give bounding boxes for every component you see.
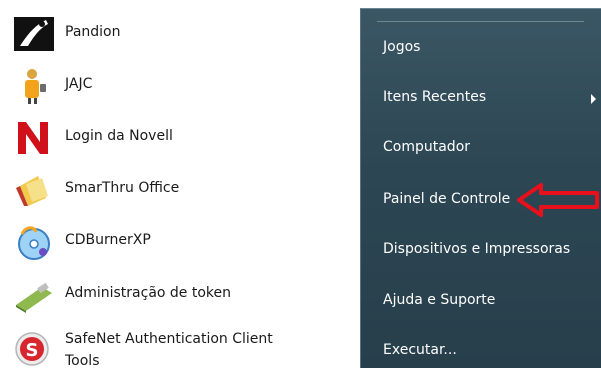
programs-list: Pandion JAJC Login da Novell SmarThru Of… (0, 0, 360, 369)
annotation-arrow-icon (517, 183, 599, 217)
safenet-icon: S (15, 332, 49, 366)
menu-separator (377, 21, 584, 22)
novell-icon (18, 122, 48, 154)
program-label: CDBurnerXP (65, 232, 151, 248)
menu-item-label: Painel de Controle (383, 191, 511, 207)
menu-item-label: Itens Recentes (383, 89, 487, 105)
program-smarthru[interactable]: SmarThru Office (8, 164, 348, 214)
program-token-admin[interactable]: Administração de token (8, 269, 348, 319)
menu-item-label: Ajuda e Suporte (383, 292, 496, 308)
menu-item-label: Dispositivos e Impressoras (383, 241, 571, 257)
program-safenet[interactable]: S SafeNet Authentication Client Tools (8, 321, 348, 369)
program-novell-login[interactable]: Login da Novell (8, 112, 348, 162)
program-label: Login da Novell (65, 128, 173, 144)
menu-item-computador[interactable]: Computador (361, 125, 601, 173)
token-icon (16, 282, 52, 313)
program-label: SmarThru Office (65, 180, 180, 196)
program-label: Pandion (65, 24, 121, 40)
program-label: SafeNet Authentication Client (65, 331, 273, 347)
menu-item-label: Jogos (383, 39, 421, 55)
program-pandion[interactable]: Pandion (8, 8, 348, 58)
menu-item-itens-recentes[interactable]: Itens Recentes (361, 75, 601, 123)
program-label: Administração de token (65, 285, 232, 301)
menu-item-jogos[interactable]: Jogos (361, 25, 601, 73)
menu-item-ajuda-e-suporte[interactable]: Ajuda e Suporte (361, 278, 601, 326)
jajc-icon (25, 69, 46, 104)
smarthru-icon (16, 176, 48, 206)
svg-text:S: S (26, 340, 39, 361)
cdburner-icon (18, 226, 50, 260)
program-jajc[interactable]: JAJC (8, 60, 348, 110)
submenu-arrow-icon (591, 94, 596, 104)
program-label: JAJC (65, 76, 93, 92)
menu-item-dispositivos-e-impressoras[interactable]: Dispositivos e Impressoras (361, 227, 601, 275)
menu-item-label: Executar... (383, 342, 457, 358)
program-cdburnerxp[interactable]: CDBurnerXP (8, 216, 348, 266)
pandion-icon (14, 17, 54, 51)
menu-item-executar[interactable]: Executar... (361, 328, 601, 376)
menu-item-label: Computador (383, 139, 471, 155)
